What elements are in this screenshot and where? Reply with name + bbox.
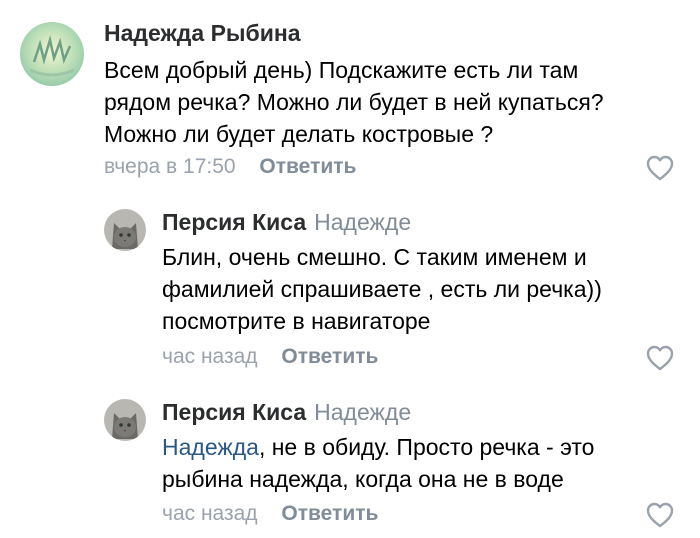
comment-text-line: посмотрите в навигаторе xyxy=(162,308,431,334)
comment-author[interactable]: Надежда Рыбина xyxy=(104,20,301,47)
like-button[interactable] xyxy=(646,345,674,371)
comment-text-line: Блин, очень смешно. С таким именем и xyxy=(162,244,587,270)
abstract-photo-avatar-icon xyxy=(20,22,84,86)
comment-2: Персия Киса Надежде Блин, очень смешно. С… xyxy=(0,190,700,380)
reply-to-label[interactable]: Надежде xyxy=(314,209,411,235)
comment-text: Блин, очень смешно. С таким именем и фам… xyxy=(162,241,602,337)
heart-outline-icon xyxy=(646,155,674,181)
grey-cat-avatar-icon xyxy=(104,209,146,251)
comment-time: вчера в 17:50 xyxy=(104,155,236,178)
heart-outline-icon xyxy=(646,345,674,371)
avatar[interactable] xyxy=(104,399,146,441)
avatar[interactable] xyxy=(20,22,84,86)
comment-text-line: фамилией спрашиваете , есть ли речка)) xyxy=(162,276,602,302)
grey-cat-avatar-icon xyxy=(104,399,146,441)
comment-text-line: Надежда, не в обиду. Просто речка - это xyxy=(162,431,594,463)
comment-text-line: рыбина надежда, когда она не в воде xyxy=(162,466,564,492)
avatar[interactable] xyxy=(104,209,146,251)
mention-link[interactable]: Надежда xyxy=(162,434,259,460)
comment-time: час назад xyxy=(162,502,258,525)
comment-3: Персия Киса Надежде Надежда, не в обиду. … xyxy=(0,380,700,538)
like-button[interactable] xyxy=(646,155,674,181)
comment-1: Надежда Рыбина Всем добрый день) Подскаж… xyxy=(0,0,700,190)
comment-author[interactable]: Персия Киса Надежде xyxy=(162,399,411,426)
heart-outline-icon xyxy=(646,502,674,528)
reply-button[interactable]: Ответить xyxy=(281,345,378,368)
comment-text-line: Можно ли будет делать костровые ? xyxy=(104,121,494,147)
comment-meta: час назад Ответить xyxy=(162,502,378,526)
comment-text: Надежда, не в обиду. Просто речка - это … xyxy=(162,431,594,495)
comment-text-line: рядом речка? Можно ли будет в ней купать… xyxy=(104,89,604,115)
reply-to-label[interactable]: Надежде xyxy=(314,399,411,425)
comment-text-fragment: , не в обиду. Просто речка - это xyxy=(258,434,595,460)
comment-text: Всем добрый день) Подскажите есть ли там… xyxy=(104,54,604,150)
like-button[interactable] xyxy=(646,502,674,528)
comment-meta: вчера в 17:50 Ответить xyxy=(104,155,356,179)
comment-meta: час назад Ответить xyxy=(162,345,378,369)
reply-button[interactable]: Ответить xyxy=(281,502,378,525)
comment-time: час назад xyxy=(162,345,258,368)
comment-text-line: Всем добрый день) Подскажите есть ли там xyxy=(104,57,579,83)
comment-author[interactable]: Персия Киса Надежде xyxy=(162,209,411,236)
reply-button[interactable]: Ответить xyxy=(259,155,356,178)
